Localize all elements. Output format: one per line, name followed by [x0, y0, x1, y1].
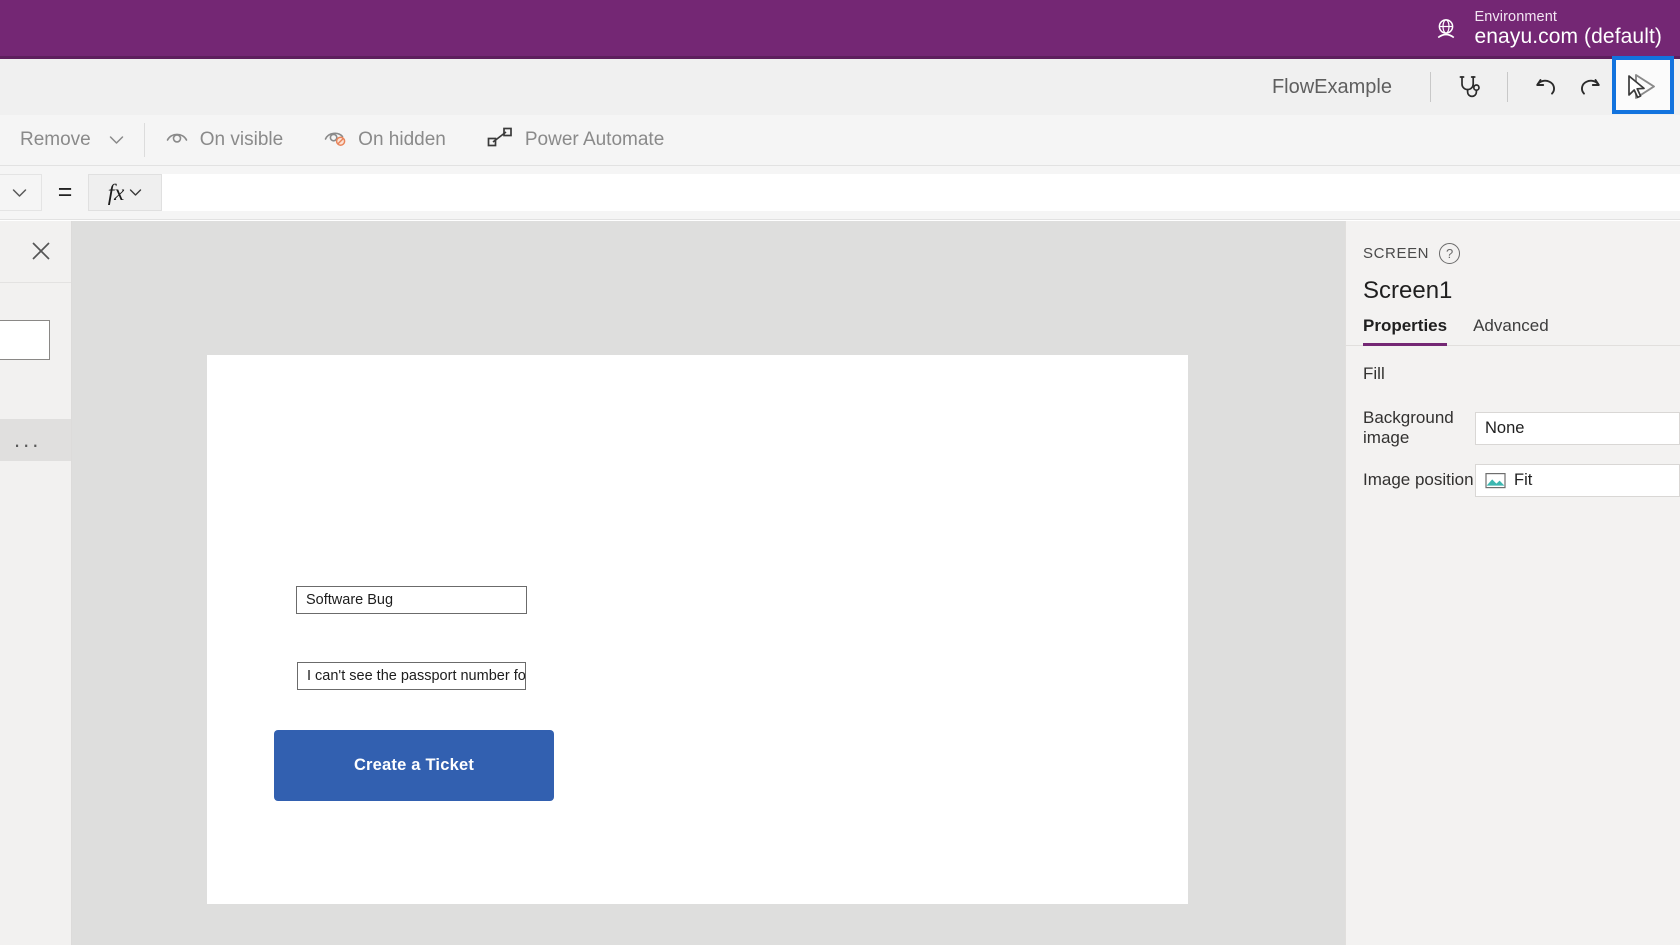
list-item-overflow[interactable]: ... [0, 419, 72, 461]
search-input[interactable] [0, 320, 50, 360]
properties-panel: SCREEN ? Screen1 Properties Advanced Fil… [1345, 221, 1680, 945]
action-ribbon: Remove On visible [0, 115, 1680, 166]
background-image-field[interactable]: None [1475, 412, 1680, 445]
app-checker-icon[interactable] [1447, 67, 1491, 107]
fx-label: fx [108, 181, 125, 204]
image-position-field[interactable]: Fit [1475, 464, 1680, 497]
power-automate-icon [486, 126, 514, 154]
create-ticket-button[interactable]: Create a Ticket [274, 730, 554, 801]
ticket-description-input[interactable]: I can't see the passport number for ag [297, 662, 526, 690]
globe-icon [1431, 14, 1461, 44]
eye-hidden-icon [323, 127, 347, 153]
command-bar-right-group: FlowExample [1272, 59, 1680, 115]
redo-icon[interactable] [1568, 67, 1612, 107]
left-panel-header [0, 221, 72, 283]
power-apps-studio: Environment enayu.com (default) FlowExam… [0, 0, 1680, 945]
ribbon-label-power-automate: Power Automate [525, 129, 664, 151]
tab-advanced[interactable]: Advanced [1473, 316, 1549, 345]
command-bar: FlowExample [0, 59, 1680, 115]
ribbon-item-on-hidden[interactable]: On hidden [303, 115, 466, 166]
picture-icon [1485, 472, 1506, 489]
app-screen-canvas[interactable]: Software Bug I can't see the passport nu… [207, 355, 1188, 904]
properties-panel-tabs: Properties Advanced [1346, 305, 1680, 346]
property-row-image-position: Image position Fit [1346, 454, 1680, 506]
property-label-fill: Fill [1363, 364, 1680, 384]
formula-equals-sign: = [42, 178, 88, 207]
ellipsis-icon: ... [14, 433, 41, 446]
chevron-down-icon [129, 184, 142, 202]
preview-app-button[interactable] [1612, 59, 1674, 115]
selected-control-type: SCREEN [1363, 245, 1429, 262]
command-separator [1430, 72, 1431, 102]
eye-icon [165, 127, 189, 153]
ticket-title-input[interactable]: Software Bug [296, 586, 527, 614]
environment-text: Environment enayu.com (default) [1475, 9, 1663, 49]
fx-button[interactable]: fx [88, 174, 162, 211]
tab-properties[interactable]: Properties [1363, 316, 1447, 345]
ribbon-label-remove: Remove [20, 129, 91, 151]
property-label-image-position: Image position [1363, 470, 1475, 490]
chevron-down-icon [109, 129, 124, 151]
environment-label: Environment [1475, 9, 1663, 25]
ribbon-item-on-visible[interactable]: On visible [145, 115, 303, 166]
formula-bar: = fx [0, 166, 1680, 220]
environment-header: Environment enayu.com (default) [0, 0, 1680, 58]
properties-panel-kicker: SCREEN ? [1346, 221, 1680, 264]
app-name-label: FlowExample [1272, 76, 1414, 99]
formula-input[interactable] [162, 174, 1680, 211]
ribbon-label-on-hidden: On hidden [358, 129, 446, 151]
preview-play-icon [1620, 70, 1666, 104]
ribbon-label-on-visible: On visible [200, 129, 283, 151]
selected-control-name: Screen1 [1346, 264, 1680, 305]
command-separator [1507, 72, 1508, 102]
background-image-value: None [1485, 419, 1524, 438]
environment-selector[interactable]: Environment enayu.com (default) [1431, 0, 1663, 58]
ribbon-item-power-automate[interactable]: Power Automate [466, 115, 684, 166]
canvas-area: Software Bug I can't see the passport nu… [72, 221, 1345, 945]
left-tree-panel: ... [0, 221, 72, 945]
property-selector-dropdown[interactable] [0, 174, 42, 211]
property-row-background-image: Background image None [1346, 402, 1680, 454]
environment-value: enayu.com (default) [1475, 25, 1663, 49]
property-row-fill: Fill [1346, 346, 1680, 402]
close-icon[interactable] [29, 239, 53, 263]
ribbon-item-remove[interactable]: Remove [0, 115, 144, 166]
undo-icon[interactable] [1524, 67, 1568, 107]
property-label-background-image: Background image [1363, 408, 1475, 448]
help-icon[interactable]: ? [1439, 243, 1460, 264]
image-position-value: Fit [1514, 471, 1532, 490]
